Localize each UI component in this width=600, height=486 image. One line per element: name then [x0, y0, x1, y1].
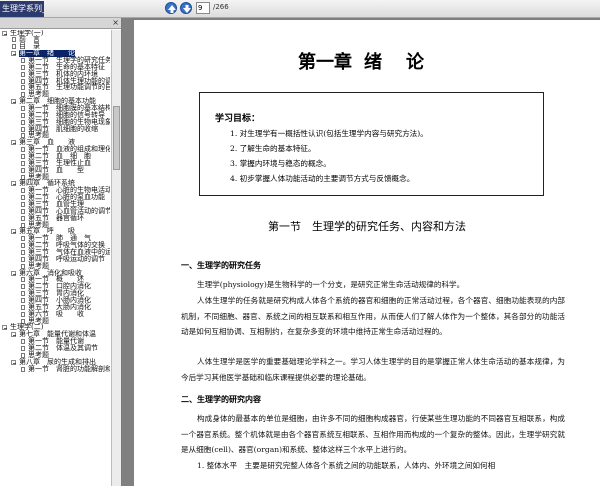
bookmark-item[interactable]: 第四节 肌细胞的收缩 [0, 125, 110, 133]
paragraph: 人体生理学是医学的重要基础理论学科之一。学习人体生理学的目的是掌握正常人体生命活… [181, 357, 565, 382]
bookmark-page-icon [21, 243, 25, 249]
bookmark-page-icon [12, 44, 16, 50]
document-view[interactable]: 第一章绪 论 学习目标： 1. 对生理学有一概括性认识(包括生理学内容与研究方法)… [122, 18, 600, 486]
learning-goals-heading: 学习目标： [215, 114, 261, 124]
goal-item: 2. 了解生命的基本特征。 [230, 144, 316, 153]
prev-page-button[interactable] [165, 2, 177, 14]
bookmark-page-icon [21, 208, 25, 214]
close-icon[interactable]: × [112, 19, 119, 27]
bookmark-page-icon [21, 366, 25, 372]
bookmark-page-icon [21, 119, 25, 125]
bookmark-page-icon [21, 277, 25, 283]
collapse-toggle-icon[interactable] [11, 359, 16, 365]
bookmark-page-icon [21, 195, 25, 201]
bookmark-page-icon [21, 153, 25, 159]
bookmark-page-icon [21, 147, 25, 153]
subsection-heading: 一、生理学的研究任务 [181, 261, 261, 270]
bookmark-page-icon [21, 85, 25, 91]
subsection-heading: 二、生理学的研究内容 [181, 395, 261, 404]
bookmark-page-icon [21, 57, 25, 63]
collapse-toggle-icon[interactable] [11, 181, 16, 187]
bookmark-page-icon [21, 201, 25, 207]
arrow-up-icon [168, 5, 176, 13]
bookmark-page-icon [21, 284, 25, 290]
learning-goals-box: 学习目标： 1. 对生理学有一概括性认识(包括生理学内容与研究方法)。 2. 了… [199, 92, 544, 196]
bookmark-page-icon [21, 236, 25, 242]
paragraph: 人体生理学的任务就是研究构成人体各个系统的器官和细胞的正常活动过程，各个器官、细… [181, 296, 565, 337]
bookmark-item[interactable]: 第四节 血 型 [0, 166, 110, 174]
bookmark-page-icon [21, 215, 25, 221]
collapse-toggle-icon[interactable] [2, 30, 7, 36]
bookmark-item[interactable]: 前 言 [0, 36, 110, 44]
learning-goals-list: 1. 对生理学有一概括性认识(包括生理学内容与研究方法)。 2. 了解生命的基本… [230, 126, 428, 186]
chapter-name-part: 论 [406, 52, 424, 73]
collapse-toggle-icon[interactable] [11, 51, 16, 57]
collapse-toggle-icon[interactable] [2, 325, 7, 331]
bookmark-item[interactable]: 第一节 肾脏的功能解剖和 [0, 364, 110, 373]
paragraph: 生理学(physiology)是生物科学的一个分支，是研究正常生命活动规律的科学… [197, 280, 465, 289]
bookmark-page-icon [21, 71, 25, 77]
chapter-number: 第一章 [298, 52, 352, 73]
bookmark-item[interactable]: 第五节 器官循环 [0, 214, 110, 222]
next-page-button[interactable] [180, 2, 192, 14]
collapse-toggle-icon[interactable] [11, 332, 16, 338]
bookmark-panel-header: × [0, 18, 121, 29]
bookmark-item[interactable]: 第六节 吸 收 [0, 310, 110, 318]
page-number-input[interactable] [196, 2, 210, 14]
arrow-down-icon [183, 5, 191, 13]
bookmark-item[interactable]: 生理学(一) [0, 30, 110, 37]
collapse-toggle-icon[interactable] [11, 229, 16, 235]
paragraph: 1. 整体水平 主要是研究完整人体各个系统之间的功能联系，人体内、外环境之间如何… [197, 461, 496, 470]
bookmark-page-icon [21, 263, 25, 269]
bookmark-page-icon [21, 188, 25, 194]
chapter-name-part: 绪 [364, 52, 382, 73]
bookmark-page-icon [21, 126, 25, 132]
collapse-toggle-icon[interactable] [11, 99, 16, 105]
bookmark-scrollbar[interactable] [111, 30, 121, 486]
toolbar: 生理学系列_文字版 /266 [0, 0, 600, 18]
bookmark-item[interactable]: 第二节 体温及其调节 [0, 345, 110, 353]
bookmark-panel: × 生理学(一) 前 言目 录第一章 绪 论第一节 生理学的研究任务 第二节 生命的… [0, 18, 122, 486]
bookmark-item[interactable]: 第五节 生理功能调节的自 [0, 84, 110, 92]
bookmark-page-icon [21, 311, 25, 317]
bookmark-page-icon [21, 291, 25, 297]
bookmark-page-icon [21, 64, 25, 70]
bookmark-page-icon [21, 112, 25, 118]
bookmark-page-icon [21, 167, 25, 173]
bookmark-page-icon [21, 78, 25, 84]
bookmark-page-icon [21, 250, 25, 255]
app-title-tab[interactable]: 生理学系列_文字版 [0, 1, 44, 17]
bookmark-item[interactable]: 第四节 呼吸运动的调节 [0, 255, 110, 263]
document-page: 第一章绪 论 学习目标： 1. 对生理学有一概括性认识(包括生理学内容与研究方法)… [134, 20, 600, 486]
goal-item: 1. 对生理学有一概括性认识(包括生理学内容与研究方法)。 [230, 129, 428, 138]
bookmark-page-icon [21, 304, 25, 310]
section-title: 第一节 生理学的研究任务、内容和方法 [268, 220, 466, 233]
bookmark-tree: 生理学(一) 前 言目 录第一章 绪 论第一节 生理学的研究任务 第二节 生命的基本… [0, 30, 110, 486]
bookmark-page-icon [21, 256, 25, 262]
bookmark-page-icon [21, 339, 25, 345]
collapse-toggle-icon[interactable] [11, 140, 16, 146]
chapter-title: 第一章绪 论 [134, 48, 600, 74]
paragraph: 构成身体的最基本的单位是细胞，由许多不同的细胞构成器官，行使某些生理功能的不同器… [181, 414, 565, 455]
bookmark-page-icon [12, 37, 16, 43]
bookmark-page-icon [21, 105, 25, 111]
page-total-label: /266 [213, 3, 229, 11]
bookmark-page-icon [21, 160, 25, 166]
goal-item: 3. 掌握内环境与稳态的概念。 [230, 159, 331, 168]
goal-item: 4. 初步掌握人体功能活动的主要调节方式与反馈概念。 [230, 174, 415, 183]
bookmark-page-icon [21, 298, 25, 304]
scrollbar-thumb[interactable] [113, 106, 120, 170]
bookmark-page-icon [21, 346, 25, 352]
collapse-toggle-icon[interactable] [11, 270, 16, 276]
bookmark-label: 第一节 肾脏的功能解剖和 [28, 364, 110, 373]
